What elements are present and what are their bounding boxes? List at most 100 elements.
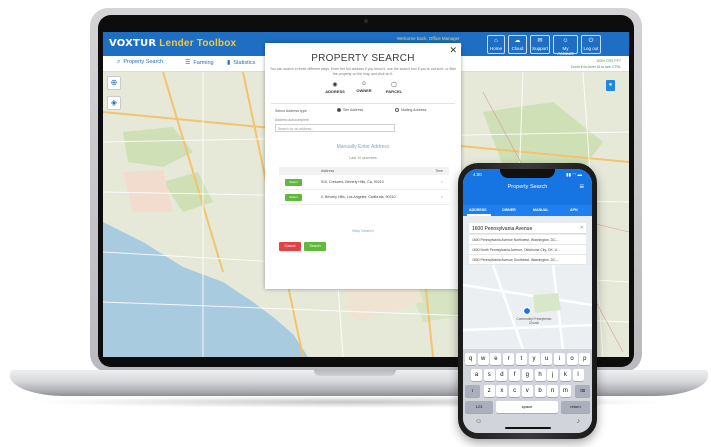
key[interactable]: l <box>572 369 584 381</box>
address-search-label: Address autocomplete <box>275 118 309 122</box>
select-button[interactable]: Select <box>285 179 302 186</box>
modal-divider <box>271 103 455 104</box>
cloud-button[interactable]: ☁ Cloud <box>508 35 527 54</box>
key[interactable]: m <box>559 385 571 397</box>
home-label: Home <box>489 46 502 51</box>
phone-tab-address[interactable]: ADDRESS <box>469 208 487 212</box>
microphone-icon[interactable]: ♪ <box>577 418 581 425</box>
modal-subtitle: You can search in three different ways. … <box>269 67 457 76</box>
bar-chart-icon: ▮ <box>227 60 231 66</box>
property-search-modal: ✕ PROPERTY SEARCH You can search in thre… <box>265 43 461 289</box>
support-button[interactable]: ✉ Support <box>530 35 550 54</box>
cancel-button[interactable]: Cancel <box>279 242 301 251</box>
cloud-label: Cloud <box>511 46 524 51</box>
parcel-icon: ▢ <box>391 82 397 88</box>
numbers-key[interactable]: 123 <box>465 401 493 413</box>
home-icon: ⌂ <box>494 38 498 44</box>
key[interactable]: p <box>579 353 591 365</box>
key[interactable]: t <box>515 353 527 365</box>
layers-icon: ◈ <box>110 98 118 107</box>
key[interactable]: u <box>541 353 553 365</box>
key[interactable]: i <box>553 353 565 365</box>
key[interactable]: c <box>509 385 521 397</box>
key[interactable]: v <box>521 385 533 397</box>
map-search-link[interactable]: Map Search <box>265 228 461 233</box>
radio-dot <box>395 108 399 113</box>
key[interactable]: w <box>477 353 489 365</box>
tab-statistics[interactable]: ▮ Statistics <box>227 59 255 66</box>
phone-map[interactable] <box>463 265 592 349</box>
mailing-address-radio[interactable]: Mailing Address <box>395 108 427 113</box>
laptop-notch <box>314 370 396 376</box>
key[interactable]: a <box>471 369 482 381</box>
logout-button[interactable]: ⏻ Log out <box>581 35 601 54</box>
key[interactable]: r <box>503 353 515 365</box>
return-key[interactable]: return <box>561 401 590 413</box>
key[interactable]: o <box>566 353 578 365</box>
brand-prefix: VOXTUR <box>109 38 157 49</box>
key[interactable]: e <box>490 353 502 365</box>
address-search-input[interactable]: Search for an address... <box>275 124 395 132</box>
backspace-key[interactable]: ⌫ <box>575 385 590 397</box>
search-type-label: OWNER <box>356 88 372 93</box>
radio-label: Site Address <box>343 108 364 112</box>
shift-key[interactable]: ⇧ <box>465 385 480 397</box>
search-type-owner[interactable]: ☺ OWNER <box>349 81 379 93</box>
phone-screen: 4:00 ▮▮ ◠ ▬ Property Search ≡ ADDRESS OW… <box>463 169 592 433</box>
search-type-parcel[interactable]: ▢ PARCEL <box>379 81 409 94</box>
status-time: 4:00 <box>473 172 482 177</box>
home-button[interactable]: ⌂ Home <box>487 35 505 54</box>
suggestion-item[interactable]: 1600 Pennsylvania Avenue Southeast, Wash… <box>469 255 586 265</box>
remove-icon[interactable]: × <box>441 179 443 184</box>
modal-title: PROPERTY SEARCH <box>311 53 415 64</box>
select-button[interactable]: Select <box>285 194 302 201</box>
key[interactable]: x <box>496 385 508 397</box>
user-icon: ☺ <box>562 38 569 44</box>
phone-tab-owner[interactable]: OWNER <box>502 208 516 212</box>
key[interactable]: d <box>496 369 508 381</box>
suggestion-item[interactable]: 1600 North Pennsylvania Avenue, Oklahoma… <box>469 245 586 255</box>
suggestion-item[interactable]: 1600 Pennsylvania Avenue Northwest, Wash… <box>469 235 586 245</box>
phone-tab-manual[interactable]: MANUAL <box>533 208 549 212</box>
site-address-radio[interactable]: Site Address <box>337 108 364 113</box>
remove-icon[interactable]: × <box>441 194 443 199</box>
key[interactable]: b <box>534 385 546 397</box>
space-key[interactable]: space <box>496 401 558 413</box>
search-type-address[interactable]: ◉ ADDRESS <box>320 81 350 94</box>
clear-icon[interactable]: ✕ <box>580 225 584 231</box>
key[interactable]: f <box>509 369 521 381</box>
phone-tab-apn[interactable]: APN <box>570 208 578 212</box>
menu-icon[interactable]: ≡ <box>579 182 584 191</box>
phone-search-input[interactable]: 1600 Pennsylvania Avenue <box>469 223 586 234</box>
key[interactable]: z <box>483 385 495 397</box>
search-type-label: ADDRESS <box>325 89 345 94</box>
layers-tool-button[interactable]: ◈ <box>107 96 121 110</box>
key[interactable]: k <box>559 369 571 381</box>
key[interactable]: g <box>521 369 533 381</box>
key[interactable]: h <box>534 369 546 381</box>
map-pin-badge[interactable]: ● <box>606 80 615 91</box>
key[interactable]: j <box>547 369 559 381</box>
key[interactable]: y <box>528 353 540 365</box>
address-type-label: Select Address type <box>275 109 307 113</box>
search-button[interactable]: Search <box>304 242 326 251</box>
table-row: Select 0, Beverly Hills, Los Angeles, Ca… <box>279 190 449 205</box>
manual-entry-link[interactable]: Manually Enter Address <box>265 144 461 150</box>
radio-label: Mailing Address <box>401 108 427 112</box>
tab-farming[interactable]: ☰ Farming <box>185 59 214 66</box>
laptop-camera <box>364 19 368 23</box>
user-icon: ☺ <box>360 81 368 87</box>
emoji-icon[interactable]: ☺ <box>475 418 482 425</box>
my-account-button[interactable]: ☺ My Account <box>553 35 578 56</box>
tab-property-search[interactable]: ⌕ Property Search <box>117 59 163 66</box>
column-address: Address <box>321 169 335 173</box>
key[interactable]: n <box>547 385 559 397</box>
zoom-tool-button[interactable]: ⊕ <box>107 76 121 90</box>
key[interactable]: q <box>465 353 476 365</box>
list-icon: ☰ <box>185 60 191 66</box>
key[interactable]: s <box>483 369 495 381</box>
credits-line-2: Zoom in to level 15 to see CTRL <box>570 65 621 69</box>
brand-logo[interactable]: VOXTUR Lender Toolbox <box>109 38 236 49</box>
phone-title: Property Search <box>507 184 548 190</box>
search-icon: ⊕ <box>110 78 118 87</box>
